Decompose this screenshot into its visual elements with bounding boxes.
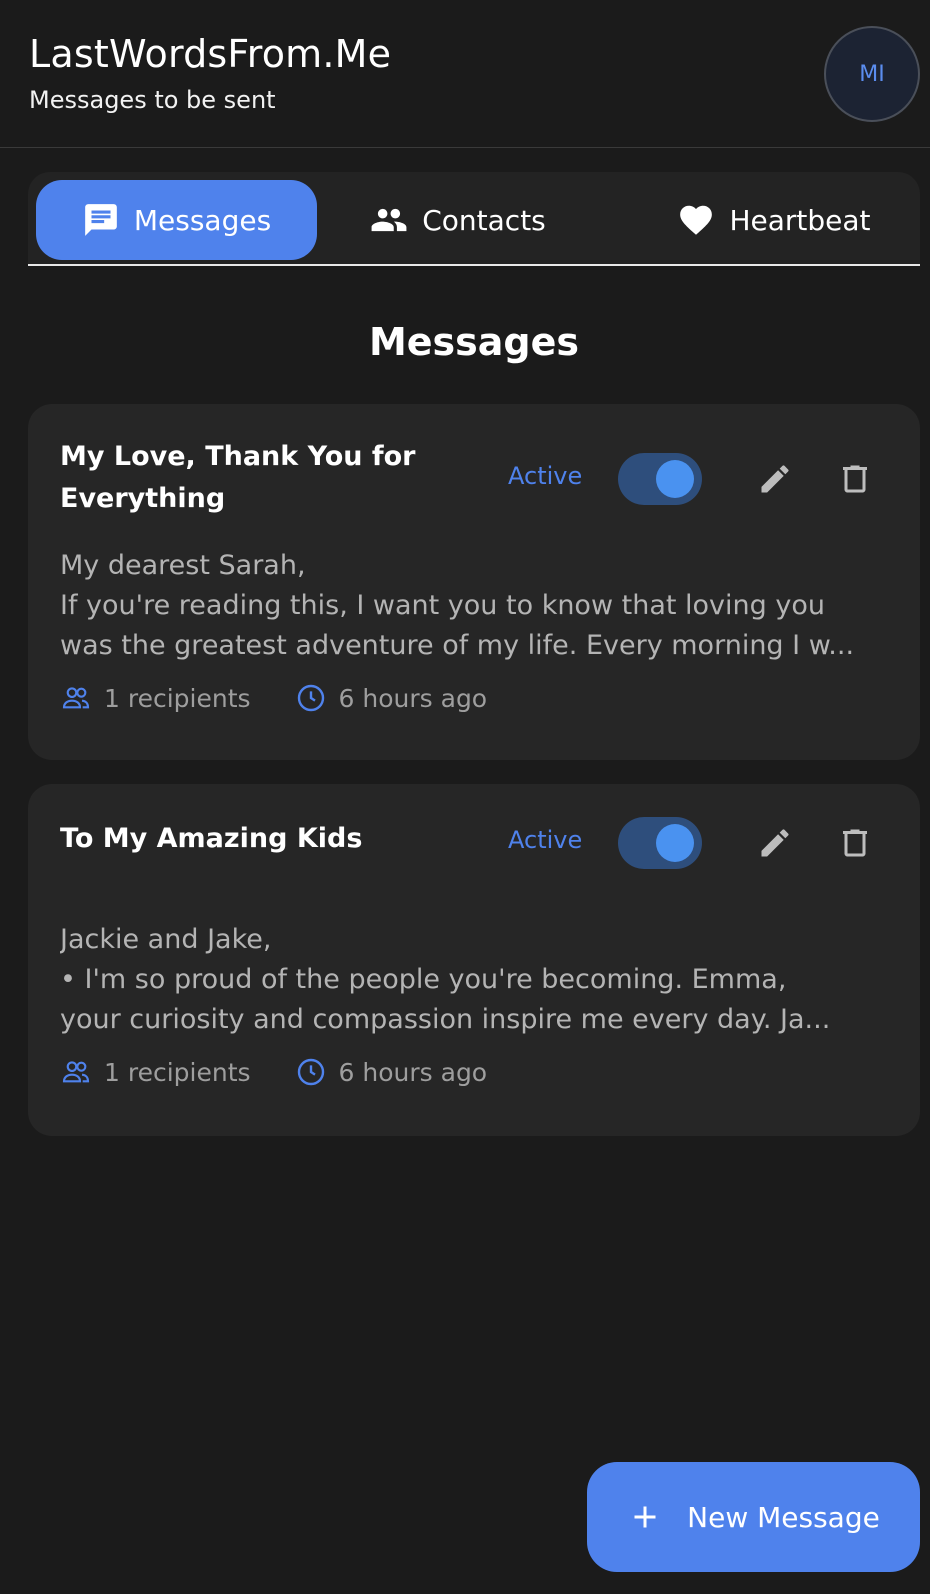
- tab-messages-label: Messages: [133, 203, 272, 237]
- message-title: To My Amazing Kids: [60, 823, 363, 854]
- trash-icon: [843, 829, 867, 857]
- tab-messages[interactable]: Messages: [36, 180, 317, 260]
- app-title: LastWordsFrom.Me: [29, 32, 392, 76]
- app-header: LastWordsFrom.Me Messages to be sent MI: [0, 0, 930, 148]
- time-info: 6 hours ago: [295, 682, 488, 714]
- message-meta: 1 recipients 6 hours ago: [60, 1056, 531, 1088]
- recipients-icon: [62, 687, 90, 709]
- trash-icon: [843, 465, 867, 493]
- message-preview-line: • I'm so proud of the people you're beco…: [60, 964, 787, 995]
- message-preview-line: My dearest Sarah,: [60, 550, 306, 581]
- tab-contacts[interactable]: Contacts: [358, 180, 558, 260]
- timestamp: 6 hours ago: [338, 1057, 488, 1087]
- tab-bar: Messages Contacts Heartbeat: [28, 172, 920, 266]
- app-subtitle: Messages to be sent: [29, 86, 276, 114]
- recipients-count: 1 recipients: [104, 1057, 251, 1087]
- message-preview: My dearest Sarah, If you're reading this…: [60, 546, 890, 666]
- message-preview: Jackie and Jake, • I'm so proud of the p…: [60, 920, 890, 1040]
- toggle-knob: [656, 824, 694, 862]
- message-card[interactable]: My Love, Thank You for Everything Active…: [28, 404, 920, 760]
- clock-icon: [297, 1058, 324, 1086]
- recipients-count: 1 recipients: [104, 683, 251, 713]
- new-message-button[interactable]: New Message: [587, 1462, 920, 1572]
- delete-button[interactable]: [831, 819, 879, 867]
- tab-heartbeat[interactable]: Heartbeat: [668, 180, 880, 260]
- people-icon: [371, 208, 407, 232]
- pencil-icon: [761, 829, 789, 857]
- tab-heartbeat-label: Heartbeat: [729, 203, 871, 237]
- plus-icon: [634, 1506, 656, 1528]
- toggle-knob: [656, 460, 694, 498]
- pencil-icon: [761, 465, 789, 493]
- recipients-info: 1 recipients: [60, 682, 251, 714]
- heart-icon: [680, 205, 713, 235]
- timestamp: 6 hours ago: [338, 683, 488, 713]
- avatar-initials: MI: [859, 61, 885, 87]
- new-message-label: New Message: [687, 1500, 880, 1534]
- active-toggle[interactable]: [618, 453, 702, 505]
- app-root: LastWordsFrom.Me Messages to be sent MI …: [0, 0, 930, 1594]
- clock-icon: [297, 684, 324, 712]
- avatar[interactable]: MI: [824, 26, 920, 122]
- message-card[interactable]: To My Amazing Kids Active Jackie and Jak…: [28, 784, 920, 1136]
- recipients-info: 1 recipients: [60, 1056, 251, 1088]
- time-info: 6 hours ago: [295, 1056, 488, 1088]
- delete-button[interactable]: [831, 455, 879, 503]
- section-title: Messages: [368, 320, 580, 364]
- message-preview-line: If you're reading this, I want you to kn…: [60, 590, 825, 621]
- chat-icon: [85, 204, 117, 236]
- message-preview-line: was the greatest adventure of my life. E…: [60, 630, 855, 661]
- edit-button[interactable]: [751, 819, 799, 867]
- recipients-icon: [62, 1061, 90, 1083]
- message-title: My Love, Thank You for Everything: [60, 441, 416, 514]
- tab-contacts-label: Contacts: [422, 203, 546, 237]
- status-badge: Active: [508, 462, 583, 490]
- status-badge: Active: [508, 826, 583, 854]
- active-toggle[interactable]: [618, 817, 702, 869]
- edit-button[interactable]: [751, 455, 799, 503]
- message-meta: 1 recipients 6 hours ago: [60, 682, 531, 714]
- message-preview-line: Jackie and Jake,: [60, 924, 272, 955]
- message-preview-line: your curiosity and compassion inspire me…: [60, 1004, 831, 1035]
